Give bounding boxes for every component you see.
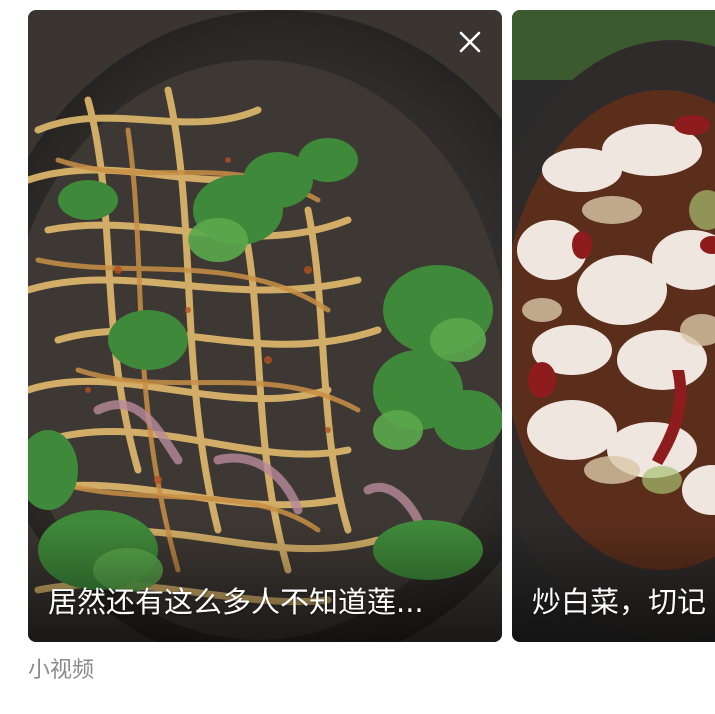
video-carousel[interactable]: 居然还有这么多人不知道莲... 炒白菜，切记 xyxy=(0,0,715,645)
caption-shade xyxy=(28,522,502,642)
section-label: 小视频 xyxy=(28,658,95,683)
short-video-section: 居然还有这么多人不知道莲... 炒白菜，切记 小视频 xyxy=(0,0,715,714)
video-card-2[interactable]: 炒白菜，切记 xyxy=(512,10,715,642)
video-title: 居然还有这么多人不知道莲... xyxy=(48,585,424,619)
caption-shade xyxy=(512,522,715,642)
video-title: 炒白菜，切记 xyxy=(532,585,707,619)
video-card-1[interactable]: 居然还有这么多人不知道莲... xyxy=(28,10,502,642)
close-icon[interactable] xyxy=(456,28,484,56)
